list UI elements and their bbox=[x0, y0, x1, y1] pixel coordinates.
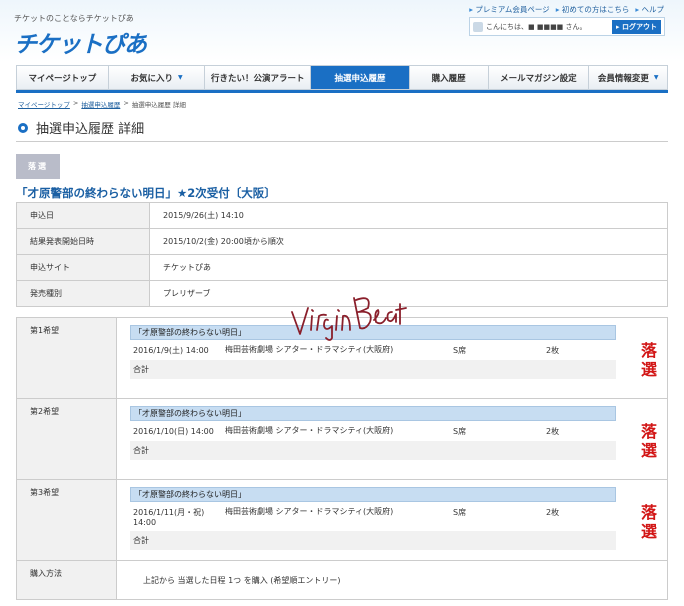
performance-date: 2016/1/11(月・祝) 14:00 bbox=[133, 508, 205, 527]
wish-label: 第2希望 bbox=[16, 398, 117, 480]
wish-2-result: 落選 bbox=[640, 422, 657, 460]
info-key: 結果発表開始日時 bbox=[16, 228, 150, 255]
table-row: 結果発表開始日時 2015/10/2(金) 20:00頃から順次 bbox=[16, 228, 668, 255]
table-row: 申込日 2015/9/26(土) 14:10 bbox=[16, 202, 668, 229]
seat-type: S席 bbox=[453, 346, 467, 355]
wish-details: 「才原警部の終わらない明日」 2016/1/11(月・祝) 14:00 梅田芸術… bbox=[116, 479, 668, 561]
nav-label: 抽選申込履歴 bbox=[334, 73, 386, 84]
chevron-down-icon[interactable]: ▼ bbox=[178, 74, 183, 81]
nav-label: メールマガジン設定 bbox=[500, 73, 577, 84]
site-header: チケットのことならチケットぴあ チケットぴあ プレミアム会員ページ 初めての方は… bbox=[0, 0, 684, 62]
user-icon bbox=[473, 21, 483, 32]
status-badge: 落選 bbox=[16, 154, 60, 179]
wish-3-result: 落選 bbox=[640, 503, 657, 541]
main-nav: マイページトップ お気に入り ▼ 行きたい！公演アラート 抽選申込履歴 購入履歴 メールマガ… bbox=[16, 65, 668, 90]
breadcrumb: マイページトップ > 抽選申込履歴 > 抽選申込履歴 詳細 bbox=[18, 99, 186, 109]
event-title: 「才原警部の終わらない明日」★2次受付〔大阪〕 bbox=[16, 186, 276, 200]
ticket-quantity: 2枚 bbox=[546, 427, 560, 436]
tagline: チケットのことならチケットぴあ bbox=[14, 14, 134, 23]
wish-1-result: 落選 bbox=[640, 341, 657, 379]
performance-date: 2016/1/10(日) 14:00 bbox=[133, 427, 214, 436]
page-title-text: 抽選申込履歴 詳細 bbox=[36, 122, 145, 137]
total-row: 合計 bbox=[130, 360, 616, 379]
total-row: 合計 bbox=[130, 531, 616, 550]
title-divider bbox=[16, 141, 668, 142]
performance-detail: 2016/1/10(日) 14:00 梅田芸術劇場 シアター・ドラマシティ(大阪… bbox=[130, 421, 616, 441]
logout-button[interactable]: ▸ ログアウト bbox=[612, 19, 661, 34]
nav-performance-alert[interactable]: 行きたい！公演アラート bbox=[205, 66, 312, 89]
total-row: 合計 bbox=[130, 441, 616, 460]
breadcrumb-separator: > bbox=[72, 99, 79, 107]
site-logo[interactable]: チケットぴあ bbox=[14, 25, 147, 59]
wish-details: 「才原警部の終わらない明日」 2016/1/10(日) 14:00 梅田芸術劇場… bbox=[116, 398, 668, 480]
nav-underline bbox=[16, 90, 668, 93]
nav-label: 行きたい！公演アラート bbox=[211, 73, 305, 84]
performance-date: 2016/1/9(土) 14:00 bbox=[133, 346, 209, 355]
purchase-method-label: 購入方法 bbox=[16, 560, 117, 600]
info-value: プレリザーブ bbox=[149, 280, 668, 307]
nav-lottery-history[interactable]: 抽選申込履歴 bbox=[311, 66, 410, 89]
wishes-table: 第1希望 「才原警部の終わらない明日」 2016/1/9(土) 14:00 梅田… bbox=[16, 317, 668, 600]
nav-favorites[interactable]: お気に入り ▼ bbox=[109, 66, 206, 89]
nav-mail-magazine[interactable]: メールマガジン設定 bbox=[489, 66, 590, 89]
performance-name: 「才原警部の終わらない明日」 bbox=[130, 487, 616, 502]
info-value: 2015/9/26(土) 14:10 bbox=[149, 202, 668, 229]
breadcrumb-current: 抽選申込履歴 詳細 bbox=[131, 101, 186, 109]
top-links: プレミアム会員ページ 初めての方はこちら ヘルプ bbox=[469, 4, 664, 15]
nav-label: マイページトップ bbox=[28, 73, 97, 84]
performance-venue: 梅田芸術劇場 シアター・ドラマシティ(大阪府) bbox=[225, 345, 394, 354]
performance-venue: 梅田芸術劇場 シアター・ドラマシティ(大阪府) bbox=[225, 426, 394, 435]
wish-label: 第1希望 bbox=[16, 317, 117, 399]
ticket-quantity: 2枚 bbox=[546, 508, 560, 517]
top-link-premium[interactable]: プレミアム会員ページ bbox=[469, 4, 549, 15]
nav-label: 購入履歴 bbox=[431, 73, 466, 84]
performance-detail: 2016/1/9(土) 14:00 梅田芸術劇場 シアター・ドラマシティ(大阪府… bbox=[130, 340, 616, 360]
page-title: 抽選申込履歴 詳細 bbox=[18, 118, 144, 137]
wish-row-3: 第3希望 「才原警部の終わらない明日」 2016/1/11(月・祝) 14:00… bbox=[16, 479, 668, 561]
info-key: 発売種別 bbox=[16, 280, 150, 307]
signature-watermark bbox=[291, 297, 407, 341]
table-row: 申込サイト チケットぴあ bbox=[16, 254, 668, 281]
nav-mypage-top[interactable]: マイページトップ bbox=[17, 66, 109, 89]
nav-member-info[interactable]: 会員情報変更 ▼ bbox=[589, 66, 667, 89]
nav-purchase-history[interactable]: 購入履歴 bbox=[410, 66, 489, 89]
breadcrumb-separator: > bbox=[123, 99, 129, 107]
info-key: 申込日 bbox=[16, 202, 150, 229]
seat-type: S席 bbox=[453, 427, 467, 436]
info-value: 2015/10/2(金) 20:00頃から順次 bbox=[149, 228, 668, 255]
top-link-help[interactable]: ヘルプ bbox=[635, 4, 665, 15]
purchase-method-row: 購入方法 上記から 当選した日程 1つ を購入 (希望順エントリー) bbox=[16, 560, 668, 600]
ticket-quantity: 2枚 bbox=[546, 346, 560, 355]
info-key: 申込サイト bbox=[16, 254, 150, 281]
performance-name: 「才原警部の終わらない明日」 bbox=[130, 406, 616, 421]
breadcrumb-history[interactable]: 抽選申込履歴 bbox=[81, 99, 120, 109]
performance-venue: 梅田芸術劇場 シアター・ドラマシティ(大阪府) bbox=[225, 507, 394, 516]
circle-bullet-icon bbox=[18, 122, 28, 133]
top-link-first-time[interactable]: 初めての方はこちら bbox=[556, 4, 630, 15]
wish-row-2: 第2希望 「才原警部の終わらない明日」 2016/1/10(日) 14:00 梅… bbox=[16, 398, 668, 480]
greeting-text: こんにちは、■ ■■■■ さん。 bbox=[486, 22, 587, 31]
nav-label: お気に入り bbox=[130, 73, 174, 84]
purchase-method-text: 上記から 当選した日程 1つ を購入 (希望順エントリー) bbox=[116, 560, 668, 600]
info-value: チケットぴあ bbox=[149, 254, 668, 281]
chevron-down-icon[interactable]: ▼ bbox=[654, 74, 659, 81]
breadcrumb-mypage[interactable]: マイページトップ bbox=[18, 99, 70, 109]
performance-detail: 2016/1/11(月・祝) 14:00 梅田芸術劇場 シアター・ドラマシティ(… bbox=[130, 502, 616, 531]
nav-label: 会員情報変更 bbox=[597, 73, 649, 84]
seat-type: S席 bbox=[453, 508, 467, 517]
wish-label: 第3希望 bbox=[16, 479, 117, 561]
user-box: こんにちは、■ ■■■■ さん。 ▸ ログアウト bbox=[469, 17, 665, 36]
